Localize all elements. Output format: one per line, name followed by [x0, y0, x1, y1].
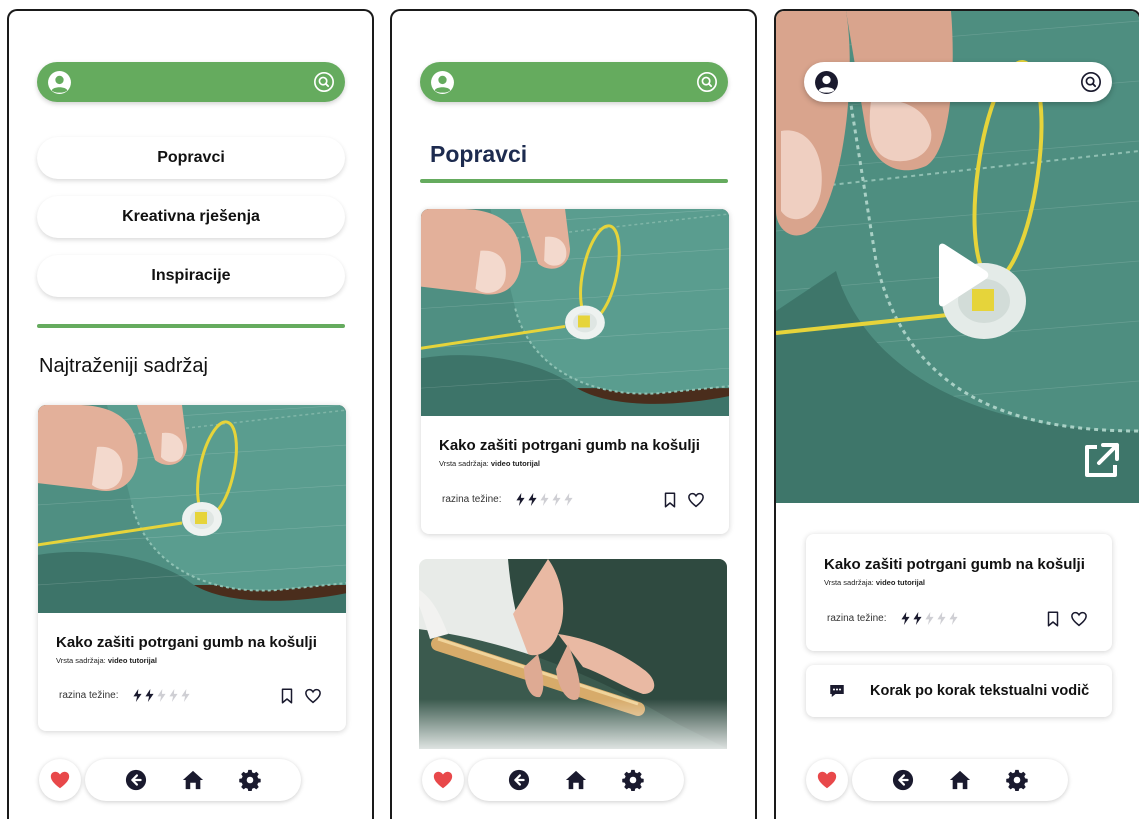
heart-icon — [49, 769, 71, 791]
bolt-icon — [527, 493, 538, 506]
difficulty-row: razina težine: — [59, 689, 192, 702]
card-thumbnail — [38, 405, 346, 613]
difficulty-row: razina težine: — [827, 612, 960, 625]
search-icon[interactable] — [313, 71, 335, 93]
nav-pill — [468, 759, 684, 801]
bolt-icon — [912, 612, 923, 625]
gear-icon[interactable] — [622, 769, 644, 791]
bolt-icon — [936, 612, 947, 625]
bottom-nav — [39, 759, 301, 803]
bookmark-icon[interactable] — [278, 687, 296, 705]
video-info-card: Kako zašiti potrgani gumb na košulji Vrs… — [806, 534, 1112, 651]
difficulty-rating — [515, 493, 575, 506]
bookmark-icon[interactable] — [1044, 610, 1062, 628]
favorites-button[interactable] — [422, 759, 464, 801]
home-icon[interactable] — [182, 769, 204, 791]
bottom-nav — [806, 759, 1068, 803]
category-screen: Popravci Kako zašiti potrgani gumb na ko… — [390, 9, 757, 819]
difficulty-rating — [132, 689, 192, 702]
search-icon[interactable] — [1080, 71, 1102, 93]
nav-pill — [852, 759, 1068, 801]
difficulty-label: razina težine: — [827, 613, 887, 624]
bolt-icon — [132, 689, 143, 702]
bookmark-icon[interactable] — [661, 491, 679, 509]
fade-overlay — [419, 699, 727, 759]
home-icon[interactable] — [565, 769, 587, 791]
top-search-bar[interactable] — [37, 62, 345, 102]
back-arrow-icon[interactable] — [508, 769, 530, 791]
heart-outline-icon[interactable] — [1070, 610, 1088, 628]
bolt-icon — [156, 689, 167, 702]
home-screen: Popravci Kreativna rješenja Inspiracije … — [7, 9, 374, 819]
user-avatar-icon[interactable] — [47, 70, 72, 95]
menu-button-kreativna-rjesenja[interactable]: Kreativna rješenja — [37, 196, 345, 238]
card-meta: Vrsta sadržaja: video tutorijal — [56, 656, 158, 665]
bolt-icon — [551, 493, 562, 506]
difficulty-label: razina težine: — [59, 690, 119, 701]
back-arrow-icon[interactable] — [125, 769, 147, 791]
home-icon[interactable] — [949, 769, 971, 791]
menu-button-inspiracije[interactable]: Inspiracije — [37, 255, 345, 297]
gear-icon[interactable] — [1006, 769, 1028, 791]
divider — [420, 179, 728, 183]
content-card[interactable]: Kako zašiti potrgani gumb na košulji Vrs… — [38, 405, 346, 731]
page-title: Popravci — [430, 141, 528, 167]
menu-button-popravci[interactable]: Popravci — [37, 137, 345, 179]
heart-icon — [816, 769, 838, 791]
search-icon[interactable] — [696, 71, 718, 93]
heart-icon — [432, 769, 454, 791]
favorites-button[interactable] — [39, 759, 81, 801]
bolt-icon — [539, 493, 550, 506]
divider — [37, 324, 345, 328]
user-avatar-icon[interactable] — [430, 70, 455, 95]
external-link-icon[interactable] — [1081, 441, 1121, 486]
nav-pill — [85, 759, 301, 801]
card-title: Kako zašiti potrgani gumb na košulji — [439, 437, 700, 454]
card-meta: Vrsta sadržaja: video tutorijal — [824, 578, 926, 587]
gear-icon[interactable] — [239, 769, 261, 791]
card-meta: Vrsta sadržaja: video tutorijal — [439, 459, 541, 468]
difficulty-rating — [900, 612, 960, 625]
bolt-icon — [948, 612, 959, 625]
bottom-nav — [422, 759, 684, 803]
text-guide-button[interactable]: Korak po korak tekstualni vodič — [806, 665, 1112, 717]
content-card[interactable]: Kako zašiti potrgani gumb na košulji Vrs… — [421, 209, 729, 534]
bolt-icon — [144, 689, 155, 702]
chat-icon — [828, 682, 846, 700]
back-arrow-icon[interactable] — [892, 769, 914, 791]
bolt-icon — [924, 612, 935, 625]
bolt-icon — [180, 689, 191, 702]
favorites-button[interactable] — [806, 759, 848, 801]
content-card-2[interactable] — [419, 559, 727, 759]
user-avatar-icon[interactable] — [814, 70, 839, 95]
heart-outline-icon[interactable] — [687, 491, 705, 509]
card-title: Kako zašiti potrgani gumb na košulji — [56, 634, 317, 651]
top-search-bar[interactable] — [804, 62, 1112, 102]
top-search-bar[interactable] — [420, 62, 728, 102]
heart-outline-icon[interactable] — [304, 687, 322, 705]
card-thumbnail — [421, 209, 729, 416]
bolt-icon — [900, 612, 911, 625]
play-icon[interactable] — [931, 243, 991, 312]
text-guide-label: Korak po korak tekstualni vodič — [870, 683, 1090, 699]
difficulty-label: razina težine: — [442, 494, 502, 505]
bolt-icon — [515, 493, 526, 506]
video-detail-screen: Kako zašiti potrgani gumb na košulji Vrs… — [774, 9, 1139, 819]
difficulty-row: razina težine: — [442, 493, 575, 506]
card-title: Kako zašiti potrgani gumb na košulji — [824, 556, 1085, 573]
bolt-icon — [563, 493, 574, 506]
section-title: Najtraženiji sadržaj — [39, 355, 208, 377]
bolt-icon — [168, 689, 179, 702]
